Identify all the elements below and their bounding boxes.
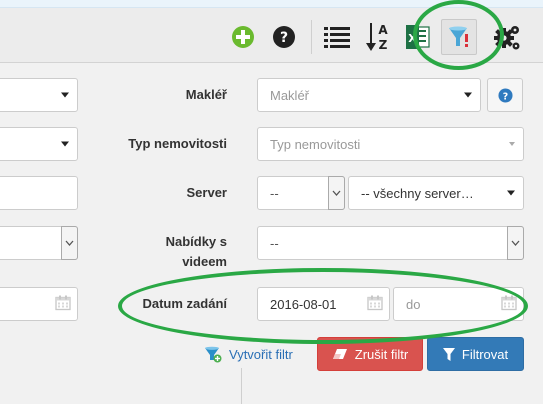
server-select-2[interactable]: -- všechny server… <box>348 176 524 210</box>
caret-down-icon <box>509 142 515 146</box>
create-filter-link[interactable]: Vytvořit filtr <box>204 345 293 363</box>
datum-to-placeholder: do <box>406 296 421 312</box>
cancel-filter-label: Zrušit filtr <box>354 346 409 362</box>
nabidky-value: -- <box>270 235 279 251</box>
server-select-1[interactable]: -- <box>257 176 345 210</box>
nabidky-label-line1: Nabídky s <box>165 234 227 249</box>
makler-select[interactable]: Makléř <box>257 78 481 112</box>
nabidky-label-line2: videem <box>182 254 227 269</box>
cancel-filter-button[interactable]: Zrušit filtr <box>317 337 423 371</box>
chevron-down-icon <box>61 226 78 260</box>
makler-label: Makléř <box>185 87 227 102</box>
toolbar-separator <box>311 20 312 54</box>
typ-placeholder: Typ nemovitosti <box>270 136 361 152</box>
eraser-icon <box>332 349 347 359</box>
settings-icon[interactable] <box>492 22 522 52</box>
caret-down-icon <box>507 190 515 196</box>
svg-text:A: A <box>378 23 388 37</box>
server-label: Server <box>186 185 227 200</box>
list-icon[interactable] <box>323 24 351 50</box>
datum-from-value: 2016-08-01 <box>270 296 337 312</box>
calendar-icon[interactable] <box>367 295 383 314</box>
typ-label: Typ nemovitosti <box>128 136 227 151</box>
svg-text:X: X <box>408 32 417 45</box>
caret-down-icon <box>464 92 472 98</box>
datum-label: Datum zadání <box>142 296 227 311</box>
svg-text:?: ? <box>502 91 507 102</box>
column-divider <box>241 368 242 404</box>
nabidky-select[interactable]: -- <box>257 226 524 260</box>
left-input[interactable] <box>0 176 78 210</box>
makler-help-button[interactable]: ? <box>487 78 523 112</box>
filter-add-icon <box>205 346 222 363</box>
apply-filter-button[interactable]: Filtrovat <box>427 337 524 371</box>
left-select-3[interactable] <box>0 226 78 260</box>
datum-to-input[interactable]: do <box>393 287 524 321</box>
sort-az-icon[interactable]: A Z <box>366 21 392 53</box>
filter-icon[interactable] <box>441 19 477 55</box>
left-select-1[interactable] <box>0 78 78 112</box>
funnel-icon <box>442 347 455 361</box>
chevron-down-icon <box>507 226 524 260</box>
excel-icon[interactable]: X <box>405 23 431 51</box>
calendar-icon <box>55 295 71 314</box>
calendar-icon[interactable] <box>501 295 517 314</box>
typ-select[interactable]: Typ nemovitosti <box>257 127 524 161</box>
datum-from-input[interactable]: 2016-08-01 <box>257 287 390 321</box>
apply-filter-label: Filtrovat <box>461 346 509 362</box>
svg-text:?: ? <box>280 30 288 46</box>
server-value-2: -- všechny server… <box>361 185 474 201</box>
left-select-2[interactable] <box>0 127 78 161</box>
top-strip <box>0 0 543 8</box>
server-value-1: -- <box>270 185 279 201</box>
caret-down-icon <box>61 92 69 98</box>
caret-down-icon <box>61 141 69 147</box>
left-date-input[interactable] <box>0 287 78 321</box>
help-icon[interactable]: ? <box>271 24 297 50</box>
question-icon: ? <box>497 87 513 103</box>
toolbar: ? A Z X <box>0 8 543 63</box>
chevron-down-icon <box>328 176 345 210</box>
makler-placeholder: Makléř <box>270 87 310 103</box>
create-filter-label: Vytvořit filtr <box>229 346 293 362</box>
svg-text:Z: Z <box>379 38 388 52</box>
add-icon[interactable] <box>230 24 256 50</box>
